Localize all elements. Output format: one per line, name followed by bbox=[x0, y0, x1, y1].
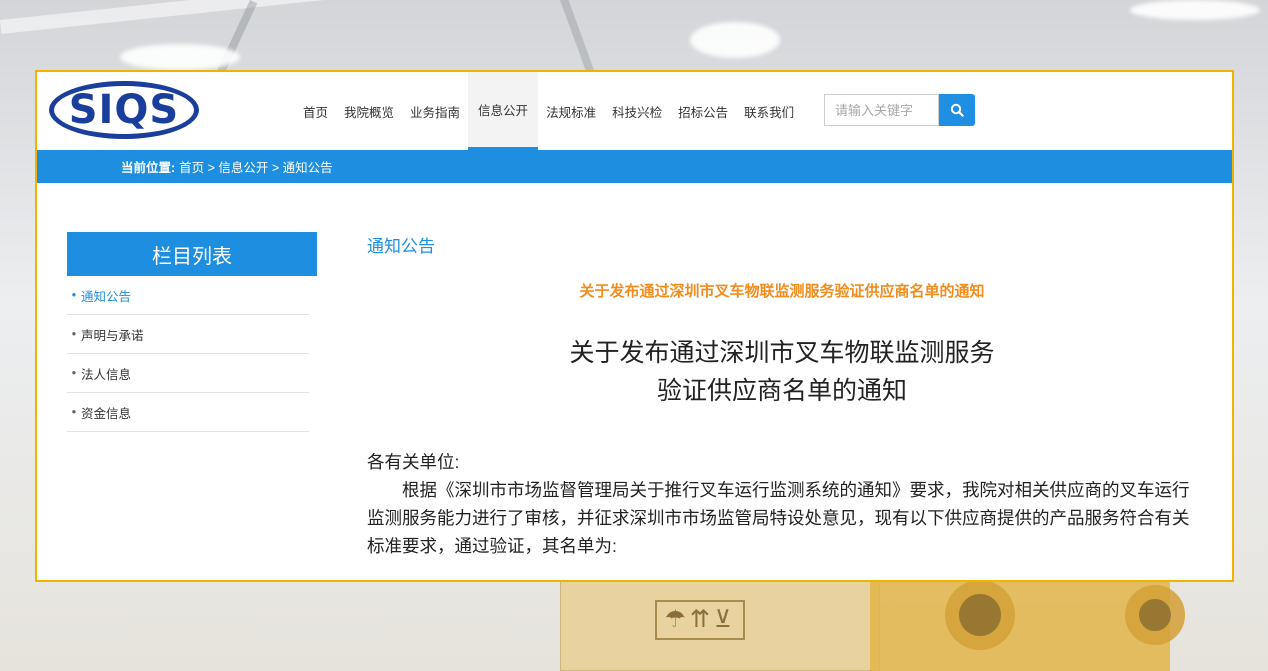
section-title: 通知公告 bbox=[367, 237, 435, 256]
sidebar-item-label: 通知公告 bbox=[81, 289, 132, 304]
siqs-logo[interactable]: SIQS bbox=[49, 81, 199, 139]
sidebar-item-funding-info[interactable]: • 资金信息 bbox=[67, 393, 309, 432]
bullet-icon: • bbox=[71, 366, 77, 380]
document-body: 各有关单位: 根据《深圳市市场监督管理局关于推行叉车运行监测系统的通知》要求，我… bbox=[367, 448, 1197, 560]
document-title: 关于发布通过深圳市叉车物联监测服务 验证供应商名单的通知 bbox=[367, 334, 1197, 410]
search-box bbox=[824, 94, 975, 126]
document-paragraph: 根据《深圳市市场监督管理局关于推行叉车运行监测系统的通知》要求，我院对相关供应商… bbox=[367, 480, 1190, 556]
search-button[interactable] bbox=[939, 94, 975, 126]
sidebar-item-label: 声明与承诺 bbox=[81, 328, 144, 343]
sidebar-item-legal-info[interactable]: • 法人信息 bbox=[67, 354, 309, 393]
background-light bbox=[1130, 0, 1260, 20]
breadcrumb: 当前位置: 首页 > 信息公开 > 通知公告 bbox=[37, 150, 1232, 183]
nav-item-business-guide[interactable]: 业务指南 bbox=[402, 72, 468, 150]
document-title-line: 验证供应商名单的通知 bbox=[656, 377, 907, 405]
sidebar-item-label: 法人信息 bbox=[81, 367, 132, 382]
search-input[interactable] bbox=[824, 94, 939, 126]
main-content: 通知公告 关于发布通过深圳市叉车物联监测服务验证供应商名单的通知 关于发布通过深… bbox=[367, 232, 1197, 560]
sidebar-title: 栏目列表 bbox=[67, 232, 317, 276]
background-beam bbox=[0, 0, 519, 34]
site-header: SIQS 首页 我院概览 业务指南 信息公开 法规标准 科技兴检 招标公告 联系… bbox=[37, 72, 1232, 150]
nav-item-information-disclosure[interactable]: 信息公开 bbox=[468, 72, 539, 150]
nav-item-tenders[interactable]: 招标公告 bbox=[670, 72, 736, 150]
nav-item-technology[interactable]: 科技兴检 bbox=[604, 72, 670, 150]
nav-item-overview[interactable]: 我院概览 bbox=[336, 72, 402, 150]
forklift-wheel bbox=[1125, 585, 1185, 645]
sidebar: 栏目列表 • 通知公告 • 声明与承诺 • 法人信息 • 资金信息 bbox=[67, 232, 317, 432]
background-light bbox=[120, 44, 240, 70]
breadcrumb-path[interactable]: 首页 > 信息公开 > 通知公告 bbox=[179, 157, 333, 176]
background-light bbox=[690, 22, 780, 58]
logo-text: SIQS bbox=[68, 87, 180, 133]
search-icon bbox=[950, 103, 964, 117]
crate-symbols: ☂⇈⊻ bbox=[655, 600, 745, 640]
background-beam bbox=[560, 0, 595, 76]
nav-item-regulations[interactable]: 法规标准 bbox=[538, 72, 604, 150]
nav-item-contact[interactable]: 联系我们 bbox=[736, 72, 802, 150]
bullet-icon: • bbox=[71, 327, 77, 341]
sidebar-item-label: 资金信息 bbox=[81, 406, 132, 421]
breadcrumb-label: 当前位置: bbox=[121, 161, 176, 175]
sidebar-item-statements[interactable]: • 声明与承诺 bbox=[67, 315, 309, 354]
main-nav: 首页 我院概览 业务指南 信息公开 法规标准 科技兴检 招标公告 联系我们 bbox=[295, 72, 802, 150]
bullet-icon: • bbox=[71, 288, 77, 302]
website-screenshot: SIQS 首页 我院概览 业务指南 信息公开 法规标准 科技兴检 招标公告 联系… bbox=[35, 70, 1234, 582]
document-greeting: 各有关单位: bbox=[367, 452, 460, 472]
document-title-line: 关于发布通过深圳市叉车物联监测服务 bbox=[569, 339, 995, 367]
forklift-wheel bbox=[945, 580, 1015, 650]
nav-item-home[interactable]: 首页 bbox=[295, 72, 336, 150]
sidebar-item-notices[interactable]: • 通知公告 bbox=[67, 276, 309, 315]
article-title: 关于发布通过深圳市叉车物联监测服务验证供应商名单的通知 bbox=[579, 283, 985, 300]
bullet-icon: • bbox=[71, 405, 77, 419]
